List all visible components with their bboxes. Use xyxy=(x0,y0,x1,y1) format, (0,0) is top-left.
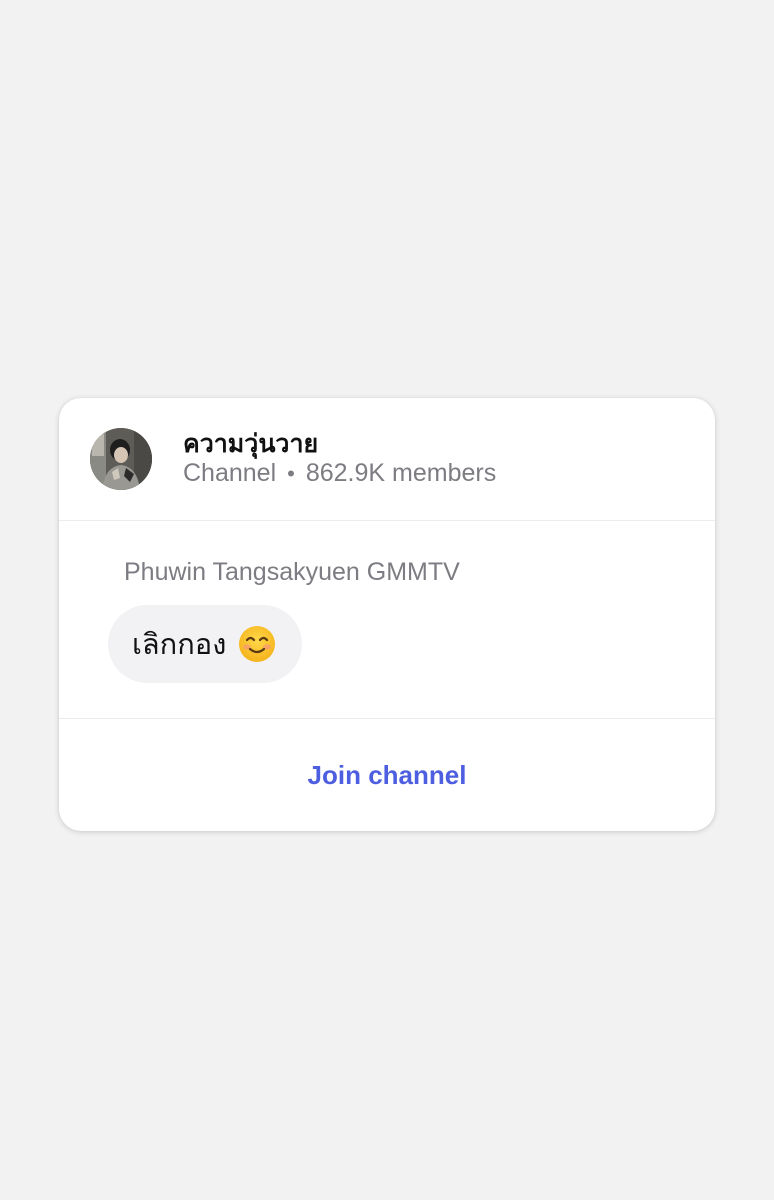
channel-preview-card: ความวุ่นวาย Channel • 862.9K members Phu… xyxy=(59,398,715,831)
header-divider xyxy=(59,520,715,521)
join-channel-button[interactable]: Join channel xyxy=(59,719,715,831)
avatar-photo-icon xyxy=(90,428,152,490)
channel-header[interactable]: ความวุ่นวาย Channel • 862.9K members xyxy=(59,398,715,520)
smiling-face-icon xyxy=(238,625,276,663)
channel-meta: Channel • 862.9K members xyxy=(183,459,496,488)
channel-name: ความวุ่นวาย xyxy=(183,429,319,458)
message-bubble[interactable]: เลิกกอง xyxy=(108,605,303,683)
member-count: 862.9K members xyxy=(305,459,497,487)
channel-type-label: Channel xyxy=(183,459,277,487)
message-text: เลิกกอง xyxy=(132,627,227,661)
channel-avatar[interactable] xyxy=(90,428,152,490)
meta-separator: • xyxy=(287,460,295,486)
message-sender: Phuwin Tangsakyuen GMMTV xyxy=(124,558,460,586)
